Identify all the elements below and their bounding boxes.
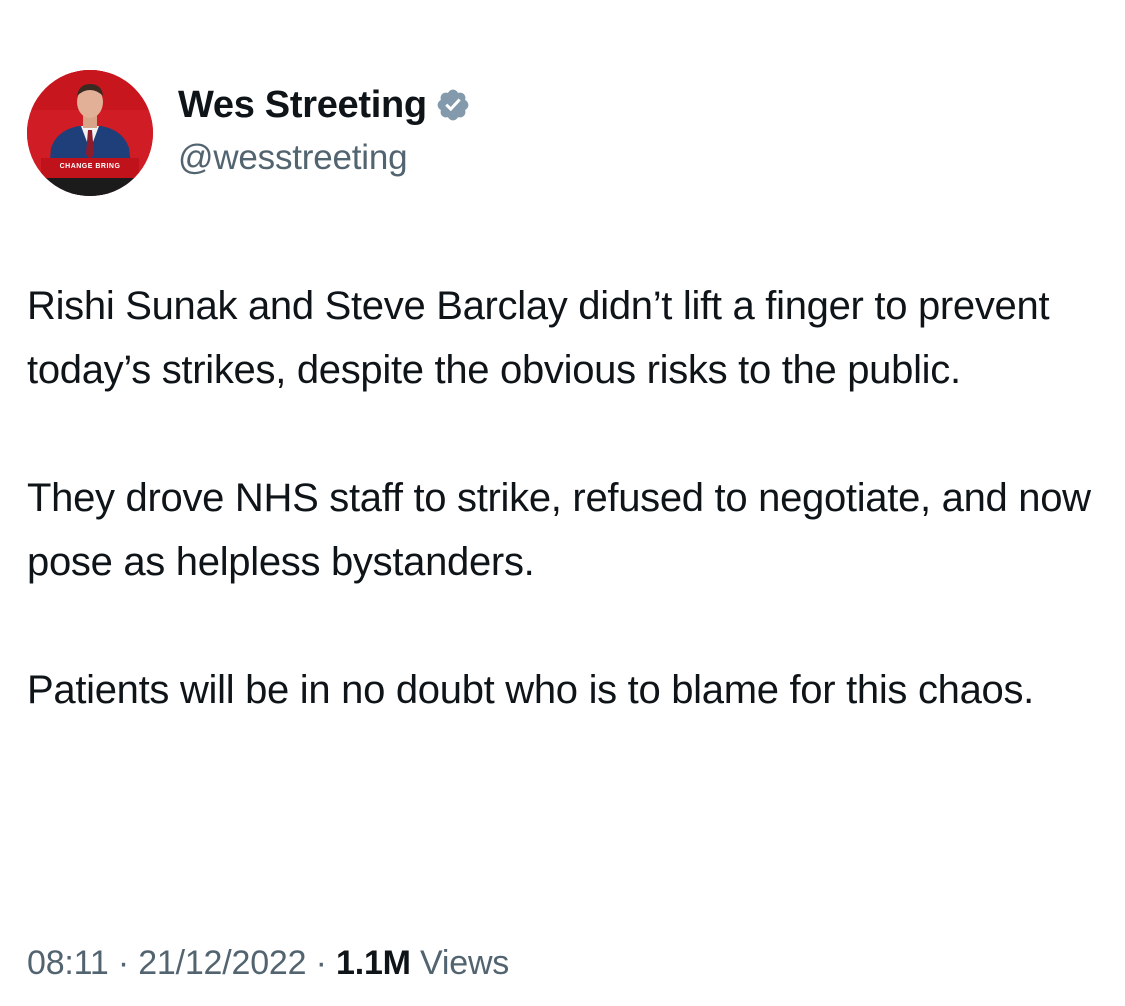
meta-separator: · [315, 944, 327, 982]
tweet-card: CHANGE BRING Wes Streeting @wesstreeting… [0, 0, 1125, 1006]
user-handle[interactable]: @wesstreeting [178, 138, 408, 178]
avatar-lectern-text: CHANGE BRING [59, 163, 121, 170]
tweet-paragraph: Rishi Sunak and Steve Barclay didn’t lif… [27, 284, 1050, 392]
author-name-row: Wes Streeting [178, 80, 471, 130]
avatar[interactable]: CHANGE BRING [27, 70, 153, 196]
avatar-photo-icon [27, 70, 153, 196]
meta-separator: · [117, 944, 129, 982]
tweet-paragraph: They drove NHS staff to strike, refused … [27, 476, 1091, 584]
display-name[interactable]: Wes Streeting [178, 84, 427, 127]
tweet-meta: 08:11 · 21/12/2022 · 1.1M Views [27, 944, 509, 983]
tweet-time[interactable]: 08:11 [27, 944, 109, 982]
tweet-date[interactable]: 21/12/2022 [138, 944, 306, 982]
tweet-text: Rishi Sunak and Steve Barclay didn’t lif… [27, 274, 1097, 722]
views-count: 1.1M [335, 944, 411, 982]
verified-badge-icon [435, 87, 471, 123]
views-label: Views [420, 944, 510, 982]
tweet-paragraph: Patients will be in no doubt who is to b… [27, 668, 1035, 712]
